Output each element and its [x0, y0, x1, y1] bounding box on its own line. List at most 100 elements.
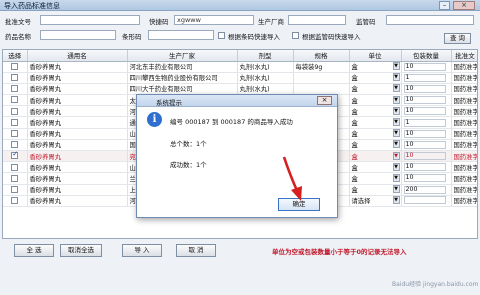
row-checkbox[interactable]	[11, 107, 19, 115]
row-checkbox-cell[interactable]	[3, 83, 28, 96]
barcode-input[interactable]	[148, 30, 214, 40]
row-checkbox[interactable]	[11, 118, 19, 126]
quick-code-input[interactable]: xgwww	[174, 15, 254, 25]
row-checkbox-cell[interactable]	[3, 105, 28, 118]
qty-input[interactable]: 10	[403, 174, 446, 183]
row-checkbox[interactable]	[11, 163, 19, 171]
row-checkbox-cell[interactable]	[3, 94, 28, 107]
dialog-close-button[interactable]: ×	[317, 96, 332, 105]
select-all-button[interactable]: 全 选	[14, 244, 54, 257]
chevron-down-icon[interactable]: ▼	[392, 185, 400, 194]
chevron-down-icon[interactable]: ▼	[392, 118, 400, 127]
cell-unit[interactable]: 盒 ▼	[349, 105, 402, 118]
cell-qty[interactable]: 200	[401, 184, 452, 196]
header-form[interactable]: 剂型	[237, 50, 294, 62]
qty-input[interactable]: 10	[403, 107, 446, 116]
row-checkbox[interactable]	[11, 185, 19, 193]
header-maker[interactable]: 生产厂家	[127, 50, 238, 62]
supervise-input[interactable]	[386, 15, 474, 25]
qty-input[interactable]: 10	[403, 62, 446, 71]
unit-select[interactable]: 盒 ▼	[352, 162, 401, 172]
qty-input[interactable]: 10	[403, 163, 446, 172]
cell-qty[interactable]	[401, 195, 452, 207]
unit-select[interactable]: 盒 ▼	[352, 151, 401, 161]
cell-qty[interactable]: 10	[401, 83, 452, 96]
unit-select[interactable]: 盒 ▼	[352, 106, 401, 116]
cell-unit[interactable]: 盒 ▼	[349, 128, 402, 140]
approval-input[interactable]	[40, 15, 140, 25]
chevron-down-icon[interactable]: ▼	[392, 84, 400, 93]
cell-unit[interactable]: 盒 ▼	[349, 150, 402, 163]
header-unit[interactable]: 单位	[349, 50, 402, 62]
qty-input[interactable]: 1	[403, 73, 446, 82]
row-checkbox[interactable]	[11, 62, 19, 70]
cell-unit[interactable]: 盒 ▼	[349, 61, 402, 73]
cell-qty[interactable]: 10	[401, 94, 452, 107]
header-approval[interactable]: 批准文	[451, 50, 477, 62]
import-button[interactable]: 导 入	[122, 244, 162, 257]
row-checkbox-cell[interactable]	[3, 184, 28, 196]
cell-unit[interactable]: 盒 ▼	[349, 83, 402, 96]
row-checkbox-cell[interactable]	[3, 172, 28, 185]
drug-name-input[interactable]	[40, 30, 116, 40]
chevron-down-icon[interactable]: ▼	[392, 95, 400, 104]
chevron-down-icon[interactable]: ▼	[392, 62, 400, 71]
barcode-import-checkbox[interactable]	[218, 32, 225, 39]
row-checkbox-cell[interactable]	[3, 150, 28, 163]
chevron-down-icon[interactable]: ▼	[392, 173, 400, 182]
table-row[interactable]: 香砂养胃丸四川攀西生物药业股份有限公司丸剂(水丸)盒▼1国药准字Z5	[3, 72, 477, 84]
unit-select[interactable]: 请选择 ▼	[352, 196, 401, 205]
table-row[interactable]: 香砂养胃丸河北东丰药业有限公司丸剂(水丸)每袋装9g盒▼10国药准字Z1	[3, 61, 477, 73]
qty-input[interactable]: 1	[403, 118, 446, 127]
row-checkbox-cell[interactable]	[3, 72, 28, 84]
unit-select[interactable]: 盒 ▼	[352, 173, 401, 183]
row-checkbox-cell[interactable]	[3, 139, 28, 152]
deselect-all-button[interactable]: 取消全选	[60, 244, 102, 257]
minimize-button[interactable]: –	[439, 1, 450, 10]
cell-qty[interactable]: 10	[401, 128, 452, 140]
row-checkbox[interactable]	[11, 151, 19, 160]
header-name[interactable]: 通用名	[27, 50, 128, 62]
row-checkbox-cell[interactable]	[3, 161, 28, 174]
header-select[interactable]: 选择	[3, 50, 28, 62]
cell-qty[interactable]: 1	[401, 72, 452, 84]
row-checkbox[interactable]	[11, 174, 19, 182]
row-checkbox-cell[interactable]	[3, 128, 28, 140]
row-checkbox[interactable]	[11, 85, 19, 93]
unit-select[interactable]: 盒 ▼	[352, 95, 401, 105]
cell-unit[interactable]: 盒 ▼	[349, 172, 402, 185]
row-checkbox[interactable]	[11, 141, 19, 149]
unit-select[interactable]: 盒 ▼	[352, 118, 401, 127]
unit-select[interactable]: 盒 ▼	[352, 73, 401, 82]
chevron-down-icon[interactable]: ▼	[392, 129, 400, 138]
cell-unit[interactable]: 盒 ▼	[349, 94, 402, 107]
chevron-down-icon[interactable]: ▼	[392, 196, 400, 205]
cell-qty[interactable]: 10	[401, 161, 452, 174]
unit-select[interactable]: 盒 ▼	[352, 62, 401, 71]
qty-input[interactable]: 10	[403, 140, 446, 149]
row-checkbox-cell[interactable]	[3, 195, 28, 207]
cell-qty[interactable]: 1	[401, 116, 452, 129]
cell-qty[interactable]: 10	[401, 172, 452, 185]
query-button[interactable]: 查 询	[444, 33, 471, 44]
cell-qty[interactable]: 10	[401, 150, 452, 163]
row-checkbox-cell[interactable]	[3, 116, 28, 129]
row-checkbox[interactable]	[11, 197, 19, 205]
table-row[interactable]: 香砂养胃丸四川大千药业有限公司丸剂(水丸)盒▼10国药准字Z5	[3, 83, 477, 96]
row-checkbox[interactable]	[11, 74, 19, 82]
chevron-down-icon[interactable]: ▼	[392, 151, 400, 160]
unit-select[interactable]: 盒 ▼	[352, 140, 401, 149]
chevron-down-icon[interactable]: ▼	[392, 162, 400, 171]
header-spec[interactable]: 规格	[293, 50, 350, 62]
qty-input[interactable]	[403, 195, 446, 204]
row-checkbox[interactable]	[11, 96, 19, 104]
unit-select[interactable]: 盒 ▼	[352, 84, 401, 93]
close-button[interactable]: ×	[453, 1, 475, 10]
chevron-down-icon[interactable]: ▼	[392, 106, 400, 115]
qty-input[interactable]: 10	[403, 84, 446, 93]
cell-qty[interactable]: 10	[401, 61, 452, 73]
unit-select[interactable]: 盒 ▼	[352, 185, 401, 194]
cell-unit[interactable]: 请选择 ▼	[349, 195, 402, 207]
qty-input[interactable]: 10	[403, 152, 446, 161]
cancel-button[interactable]: 取 消	[176, 244, 216, 257]
